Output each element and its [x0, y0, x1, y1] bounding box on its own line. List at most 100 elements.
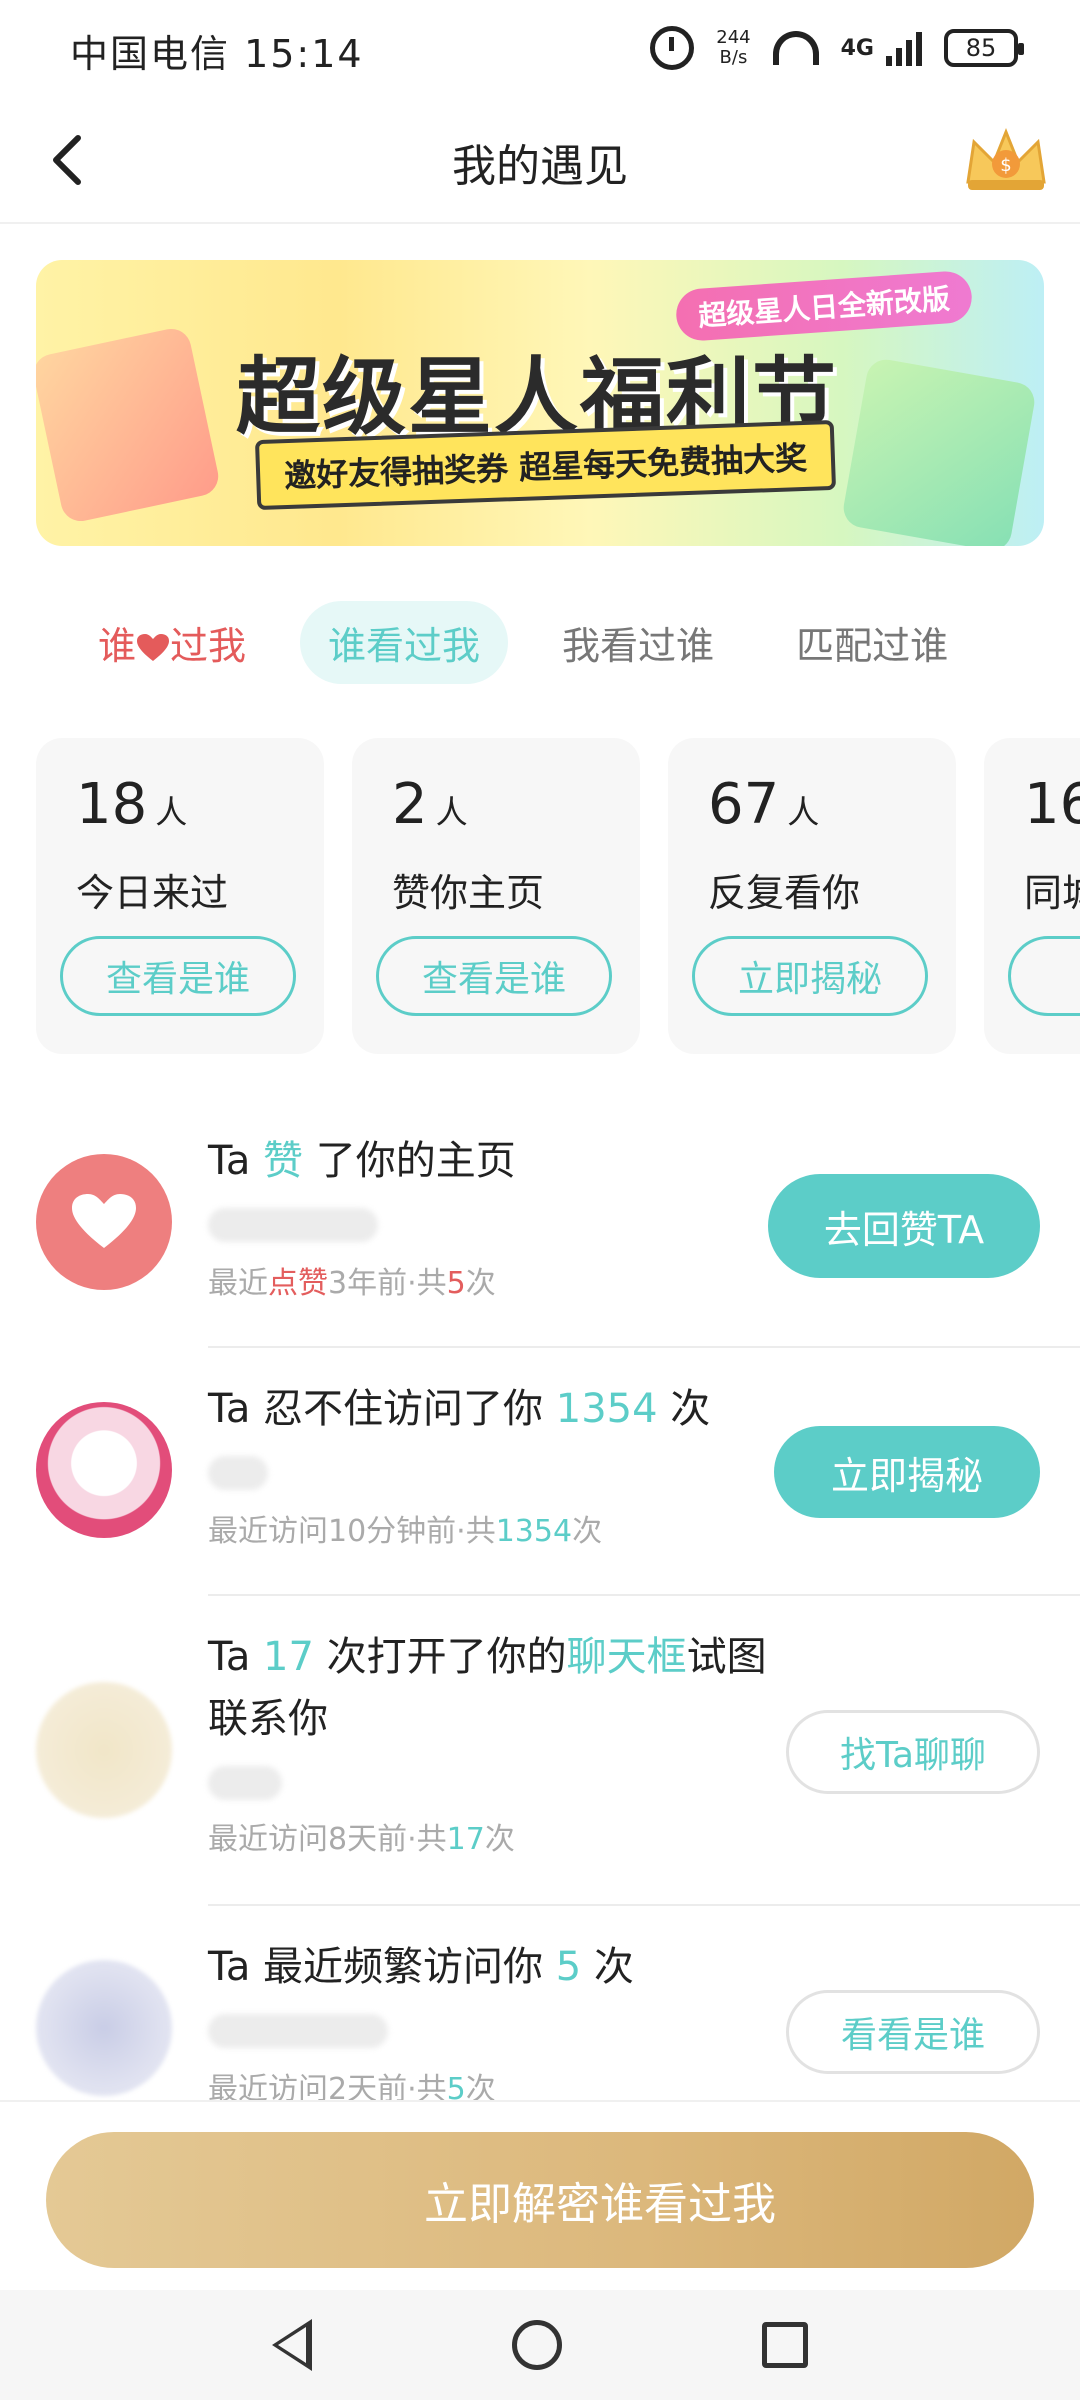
cat-illustration — [840, 356, 1038, 546]
reveal-button[interactable]: 立即揭秘 — [774, 1426, 1040, 1518]
heart-avatar — [36, 1154, 172, 1290]
tab-label-post: 过我 — [170, 623, 247, 668]
stat-label: 同城 — [1024, 871, 1080, 915]
tab-label-pre: 谁 — [98, 623, 137, 668]
carrier-time: 中国电信 15:14 — [70, 31, 364, 76]
stat-number: 67 人 — [708, 772, 819, 837]
stat-number: 18 人 — [76, 772, 187, 837]
meta-text: 次 — [484, 1822, 515, 1857]
return-like-button[interactable]: 去回赞TA — [768, 1174, 1040, 1278]
row-meta: 最近点赞3年前·共5次 — [208, 1258, 496, 1302]
chat-button[interactable]: 找Ta聊聊 — [786, 1710, 1040, 1794]
meta-text: 次 — [465, 1266, 496, 1301]
svg-text:$: $ — [1000, 155, 1011, 176]
stat-label: 反复看你 — [708, 871, 861, 915]
meta-count: 17 — [446, 1822, 485, 1857]
row-title-text: 了你的主页 — [303, 1138, 516, 1184]
row-title-highlight: 赞 — [263, 1138, 304, 1184]
blurred-name — [208, 1208, 378, 1242]
stat-card[interactable]: 16 同城 查 — [984, 738, 1080, 1054]
meta-text: 最近 — [208, 1266, 268, 1301]
meta-count: 1354 — [495, 1514, 573, 1549]
stat-value: 67 — [708, 772, 780, 837]
crown-icon[interactable]: $ — [960, 122, 1052, 198]
row-title-highlight: 聊天框 — [566, 1634, 687, 1680]
system-recents-icon[interactable] — [762, 2322, 808, 2368]
row-title-text: 次打开了你的 — [313, 1634, 567, 1680]
row-title-text: 次 — [657, 1386, 711, 1432]
net-speed-value: 244 — [716, 27, 751, 48]
stat-button[interactable]: 立即揭秘 — [692, 936, 928, 1016]
row-title-text: Ta — [208, 1138, 264, 1184]
blurred-avatar — [36, 1682, 172, 1818]
system-back-icon[interactable] — [272, 2319, 312, 2371]
stat-number: 16 — [1024, 772, 1080, 837]
net-speed-unit: B/s — [719, 47, 748, 68]
stat-unit: 人 — [787, 793, 820, 831]
row-title-text: Ta — [208, 1634, 264, 1680]
status-icons: 244 B/s 4G 85 — [650, 26, 1024, 70]
row-title-highlight: 5 — [555, 1944, 582, 1990]
meta-text: 最近访问10分钟前·共 — [208, 1514, 496, 1549]
row-title: Ta 赞 了你的主页 — [208, 1130, 768, 1192]
unlock-button[interactable]: 立即解密谁看过我 — [46, 2132, 1034, 2268]
stat-unit: 人 — [435, 793, 468, 831]
net-speed: 244 B/s — [716, 28, 750, 68]
stat-value: 18 — [76, 772, 148, 837]
row-meta: 最近访问8天前·共17次 — [208, 1814, 515, 1858]
meta-count: 5 — [446, 1266, 466, 1301]
stat-value: 16 — [1024, 772, 1080, 837]
visitor-list: Ta 赞 了你的主页 最近点赞3年前·共5次 去回赞TA Ta 忍不住访问了你 … — [0, 1100, 1080, 2154]
tab-who-i-viewed[interactable]: 我看过谁 — [534, 601, 742, 684]
status-bar: 中国电信 15:14 244 B/s 4G 85 — [0, 0, 1080, 100]
list-item[interactable]: Ta 忍不住访问了你 1354 次 最近访问10分钟前·共1354次 立即揭秘 — [0, 1348, 1080, 1596]
page: 中国电信 15:14 244 B/s 4G 85 我的遇见 $ 超级星人日全新改… — [0, 0, 1080, 2400]
see-who-button[interactable]: 看看是谁 — [786, 1990, 1040, 2074]
page-title: 我的遇见 — [452, 141, 628, 192]
meta-text: 3年前·共 — [328, 1266, 447, 1301]
signal-icon — [886, 30, 922, 66]
tab-liked-me[interactable]: 谁过我 — [70, 601, 274, 684]
blurred-avatar — [36, 1960, 172, 2096]
row-meta: 最近访问10分钟前·共1354次 — [208, 1506, 602, 1550]
system-home-icon[interactable] — [512, 2320, 562, 2370]
stat-number: 2人 — [392, 772, 468, 837]
nav-bar: 我的遇见 $ — [0, 100, 1080, 224]
row-title: Ta 最近频繁访问你 5 次 — [208, 1936, 768, 1998]
blurred-name — [208, 1456, 268, 1490]
row-title-highlight: 1354 — [555, 1386, 658, 1432]
network-type: 4G — [840, 35, 874, 61]
tab-who-viewed-me[interactable]: 谁看过我 — [300, 600, 509, 684]
meta-text: 次 — [572, 1514, 603, 1549]
tab-matched[interactable]: 匹配过谁 — [768, 601, 976, 684]
battery-icon: 85 — [944, 29, 1024, 67]
stat-label: 赞你主页 — [392, 871, 545, 915]
stat-button[interactable]: 查看是谁 — [376, 936, 612, 1016]
stat-card[interactable]: 18 人 今日来过 查看是谁 — [36, 738, 324, 1054]
gift-box-illustration — [36, 325, 222, 525]
heart-icon — [72, 1194, 136, 1248]
stat-button[interactable]: 查看是谁 — [60, 936, 296, 1016]
tab-bar: 谁过我 谁看过我 我看过谁 匹配过谁 — [70, 600, 1030, 684]
list-item[interactable]: Ta 赞 了你的主页 最近点赞3年前·共5次 去回赞TA — [0, 1100, 1080, 1348]
stat-button[interactable]: 查 — [1008, 936, 1080, 1016]
stat-value: 2 — [392, 772, 428, 837]
promo-banner[interactable]: 超级星人日全新改版 超级星人福利节 邀好友得抽奖券 超星每天免费抽大奖 — [36, 260, 1044, 546]
battery-level: 85 — [965, 34, 997, 62]
stat-card[interactable]: 67 人 反复看你 立即揭秘 — [668, 738, 956, 1054]
row-title-text: 次 — [581, 1944, 634, 1990]
stat-unit: 人 — [155, 793, 188, 831]
stat-card[interactable]: 2人 赞你主页 查看是谁 — [352, 738, 640, 1054]
ghost-gift-avatar — [36, 1402, 172, 1538]
alarm-icon — [650, 26, 695, 70]
bottom-bar: 立即解密谁看过我 — [0, 2100, 1080, 2290]
list-item[interactable]: Ta 17 次打开了你的聊天框试图联系你 最近访问8天前·共17次 找Ta聊聊 — [0, 1596, 1080, 1906]
row-title: Ta 17 次打开了你的聊天框试图联系你 — [208, 1626, 768, 1750]
row-title-text: Ta 忍不住访问了你 — [208, 1386, 556, 1432]
meta-highlight: 点赞 — [268, 1266, 328, 1301]
row-title: Ta 忍不住访问了你 1354 次 — [208, 1378, 768, 1440]
row-title-highlight: 17 — [263, 1634, 314, 1680]
wifi-icon — [772, 31, 819, 65]
heart-icon — [137, 634, 170, 661]
meta-text: 最近访问8天前·共 — [208, 1822, 447, 1857]
